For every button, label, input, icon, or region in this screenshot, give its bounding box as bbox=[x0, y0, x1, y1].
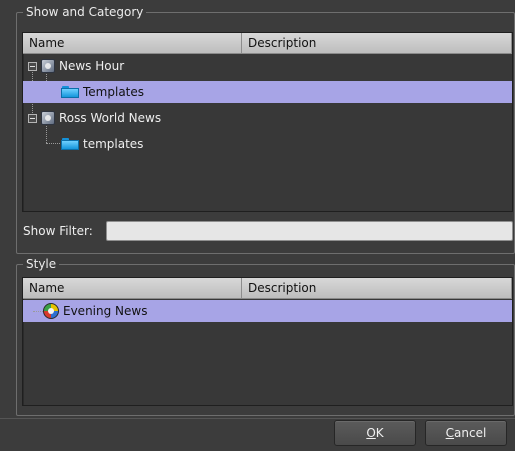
tree-row-label: templates bbox=[83, 137, 144, 151]
show-category-legend: Show and Category bbox=[26, 5, 144, 19]
show-category-header: Name Description bbox=[23, 33, 512, 54]
style-row-evening-news[interactable]: Evening News bbox=[23, 300, 512, 322]
ok-button[interactable]: OK bbox=[334, 420, 416, 446]
column-header-description[interactable]: Description bbox=[242, 33, 512, 53]
ok-mnemonic: O bbox=[366, 426, 376, 440]
tree-row-news-hour[interactable]: News Hour bbox=[23, 55, 512, 77]
tree-row-templates[interactable]: Templates bbox=[23, 81, 512, 103]
show-icon bbox=[41, 111, 55, 125]
cancel-label: ancel bbox=[454, 426, 487, 440]
style-list[interactable]: Name Description Evening News bbox=[22, 277, 513, 406]
tree-row-label: News Hour bbox=[59, 59, 125, 73]
cancel-mnemonic: C bbox=[445, 426, 455, 440]
collapse-icon[interactable] bbox=[28, 62, 37, 71]
tree-row-label: Ross World News bbox=[59, 111, 162, 125]
cancel-button[interactable]: Cancel bbox=[425, 420, 507, 446]
folder-icon bbox=[61, 86, 79, 98]
tree-row-templates-2[interactable]: templates bbox=[23, 133, 512, 155]
show-filter-input[interactable] bbox=[106, 221, 513, 241]
column-header-name[interactable]: Name bbox=[23, 278, 242, 298]
column-header-description[interactable]: Description bbox=[242, 278, 512, 298]
style-legend: Style bbox=[26, 257, 57, 271]
collapse-icon[interactable] bbox=[28, 114, 37, 123]
style-header: Name Description bbox=[23, 278, 512, 299]
show-icon bbox=[41, 59, 55, 73]
style-row-label: Evening News bbox=[63, 304, 148, 318]
column-header-name[interactable]: Name bbox=[23, 33, 242, 53]
folder-icon bbox=[61, 138, 79, 150]
tree-row-label: Templates bbox=[83, 85, 145, 99]
ok-label: K bbox=[375, 426, 384, 440]
tree-row-ross-world-news[interactable]: Ross World News bbox=[23, 107, 512, 129]
show-filter-label: Show Filter: bbox=[23, 224, 93, 238]
button-bar-separator bbox=[0, 418, 515, 419]
show-category-list[interactable]: Name Description News Hour Templates Ros… bbox=[22, 32, 513, 212]
style-icon bbox=[43, 303, 59, 319]
